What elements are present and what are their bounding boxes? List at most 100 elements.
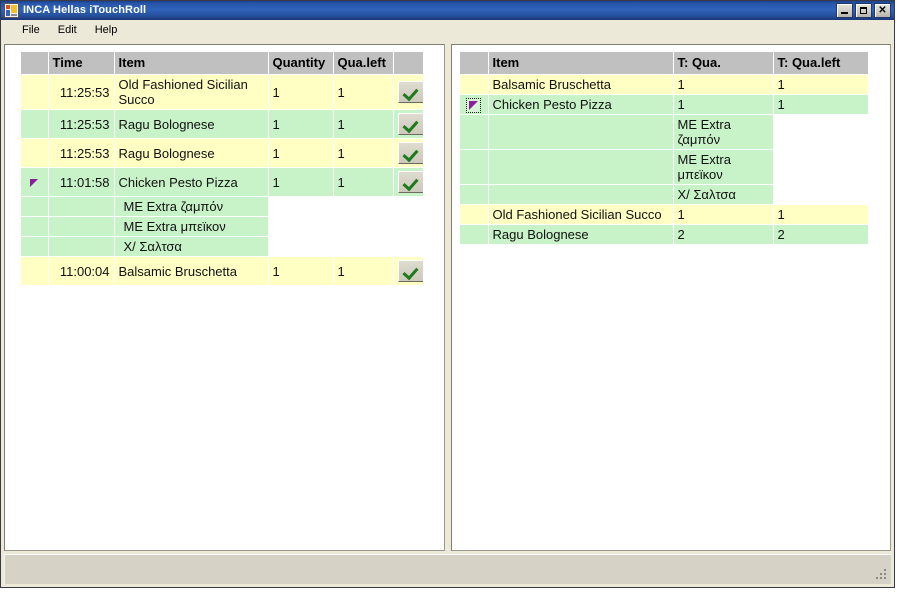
cell-qua-left[interactable] [333, 196, 394, 217]
cell-total-quantity[interactable]: 2 [673, 224, 774, 246]
table-row[interactable]: 11:25:53 Ragu Bolognese 1 1 [21, 138, 424, 168]
table-row[interactable]: Balsamic Bruschetta 1 1 [460, 74, 869, 95]
cell-quantity[interactable] [268, 216, 334, 237]
cell-quantity[interactable]: 1 [268, 167, 334, 197]
cell-quantity[interactable]: 1 [268, 256, 334, 286]
cell-qua-left[interactable]: 1 [333, 167, 394, 197]
cell-modifier[interactable]: ME Extra ζαμπόν [673, 114, 774, 151]
orders-col-item[interactable]: Item [114, 52, 269, 75]
expander-triangle-icon[interactable] [460, 94, 489, 116]
totals-col-tqua[interactable]: T: Qua. [673, 52, 774, 75]
confirm-check-button[interactable] [397, 171, 422, 193]
cell-item[interactable]: Ragu Bolognese [114, 109, 269, 139]
cell-item[interactable]: Ragu Bolognese [114, 138, 269, 168]
menu-item-help[interactable]: Help [86, 21, 127, 40]
cell-time[interactable]: 11:00:04 [48, 256, 115, 286]
cell-qua-left[interactable]: 1 [333, 256, 394, 286]
cell-action[interactable] [393, 109, 424, 139]
table-row[interactable]: Χ/ Σαλτσα [21, 236, 424, 257]
cell-total-quantity[interactable]: 1 [673, 74, 774, 95]
cell-item[interactable]: ME Extra μπεϊκον [114, 216, 269, 237]
cell-total-quantity[interactable]: 1 [673, 94, 774, 116]
cell-time[interactable]: 11:01:58 [48, 167, 115, 197]
cell-time[interactable]: 11:25:53 [48, 138, 115, 168]
cell-item[interactable]: Χ/ Σαλτσα [114, 236, 269, 257]
cell-item[interactable]: Ragu Bolognese [488, 224, 674, 246]
orders-col-marker[interactable] [21, 52, 49, 75]
triangle-icon[interactable] [29, 178, 40, 189]
maximize-button[interactable] [855, 3, 872, 18]
cell-item[interactable] [488, 184, 674, 206]
cell-qua-left[interactable]: 1 [333, 138, 394, 168]
cell-qua-left[interactable]: 1 [333, 74, 394, 110]
cell-item[interactable]: Balsamic Bruschetta [488, 74, 674, 95]
cell-quantity[interactable]: 1 [268, 109, 334, 139]
cell-total-qua-left[interactable] [773, 184, 869, 206]
cell-quantity[interactable] [268, 196, 334, 217]
table-row[interactable]: Ragu Bolognese 2 2 [460, 224, 869, 246]
totals-col-marker[interactable] [460, 52, 489, 75]
totals-grid[interactable]: Item T: Qua. T: Qua.left Balsamic Brusch… [460, 52, 869, 246]
cell-time[interactable] [48, 196, 115, 217]
table-row[interactable]: 11:01:58 Chicken Pesto Pizza 1 1 [21, 167, 424, 197]
cell-total-qua-left[interactable] [773, 149, 869, 186]
cell-time[interactable] [48, 236, 115, 257]
cell-time[interactable]: 11:25:53 [48, 74, 115, 110]
table-row[interactable]: Chicken Pesto Pizza 1 1 [460, 94, 869, 116]
triangle-icon[interactable] [466, 98, 482, 114]
cell-total-qua-left[interactable]: 2 [773, 224, 869, 246]
cell-modifier[interactable]: Χ/ Σαλτσα [673, 184, 774, 206]
cell-time[interactable]: 11:25:53 [48, 109, 115, 139]
orders-col-quantity[interactable]: Quantity [268, 52, 334, 75]
cell-item[interactable]: ME Extra ζαμπόν [114, 196, 269, 217]
cell-item[interactable] [488, 149, 674, 186]
cell-item[interactable]: Old Fashioned Sicilian Succo [488, 204, 674, 226]
minimize-button[interactable] [836, 3, 853, 18]
table-row[interactable]: ME Extra μπεϊκον [21, 216, 424, 237]
cell-modifier[interactable]: ME Extra μπεϊκον [673, 149, 774, 186]
cell-total-quantity[interactable]: 1 [673, 204, 774, 226]
cell-quantity[interactable]: 1 [268, 138, 334, 168]
close-button[interactable]: ✕ [874, 3, 891, 18]
resize-grip-icon[interactable] [876, 569, 888, 581]
table-row[interactable]: 11:25:53 Ragu Bolognese 1 1 [21, 109, 424, 139]
cell-item[interactable]: Chicken Pesto Pizza [114, 167, 269, 197]
orders-col-action[interactable] [393, 52, 424, 75]
orders-col-qualeft[interactable]: Qua.left [333, 52, 394, 75]
cell-action[interactable] [393, 74, 424, 110]
table-row[interactable]: ME Extra ζαμπόν [460, 114, 869, 151]
cell-quantity[interactable] [268, 236, 334, 257]
totals-col-tqualeft[interactable]: T: Qua.left [773, 52, 869, 75]
cell-action[interactable] [393, 138, 424, 168]
cell-item[interactable] [488, 114, 674, 151]
menu-item-file[interactable]: File [13, 21, 49, 40]
cell-action[interactable] [393, 167, 424, 197]
confirm-check-button[interactable] [397, 81, 422, 103]
cell-item[interactable]: Chicken Pesto Pizza [488, 94, 674, 116]
orders-col-time[interactable]: Time [48, 52, 115, 75]
menu-item-edit[interactable]: Edit [49, 21, 86, 40]
cell-qua-left[interactable]: 1 [333, 109, 394, 139]
totals-col-item[interactable]: Item [488, 52, 674, 75]
confirm-check-button[interactable] [397, 142, 422, 164]
cell-qua-left[interactable] [333, 236, 394, 257]
cell-total-qua-left[interactable] [773, 114, 869, 151]
table-row[interactable]: ME Extra μπεϊκον [460, 149, 869, 186]
cell-total-qua-left[interactable]: 1 [773, 94, 869, 116]
cell-time[interactable] [48, 216, 115, 237]
cell-action[interactable] [393, 256, 424, 286]
table-row[interactable]: 11:25:53 Old Fashioned Sicilian Succo 1 1 [21, 74, 424, 110]
table-row[interactable]: 11:00:04 Balsamic Bruschetta 1 1 [21, 256, 424, 286]
cell-total-qua-left[interactable]: 1 [773, 204, 869, 226]
confirm-check-button[interactable] [397, 260, 422, 282]
table-row[interactable]: Χ/ Σαλτσα [460, 184, 869, 206]
cell-quantity[interactable]: 1 [268, 74, 334, 110]
cell-total-qua-left[interactable]: 1 [773, 74, 869, 95]
orders-grid[interactable]: Time Item Quantity Qua.left 11:25:53 Old … [21, 52, 424, 286]
table-row[interactable]: Old Fashioned Sicilian Succo 1 1 [460, 204, 869, 226]
cell-item[interactable]: Old Fashioned Sicilian Succo [114, 74, 269, 110]
table-row[interactable]: ME Extra ζαμπόν [21, 196, 424, 217]
confirm-check-button[interactable] [397, 113, 422, 135]
cell-item[interactable]: Balsamic Bruschetta [114, 256, 269, 286]
expander-triangle-icon[interactable] [21, 167, 49, 197]
